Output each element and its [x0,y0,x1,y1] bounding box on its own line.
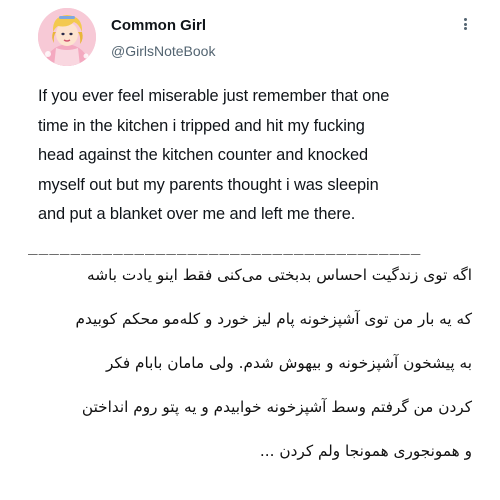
tweet-text-line: and put a blanket over me and left me th… [38,205,356,224]
author-handle[interactable]: @GirlsNoteBook [111,43,215,59]
tweet-text-line: head against the kitchen counter and kno… [38,146,369,165]
avatar[interactable] [38,8,96,66]
persian-translation: اگه توی زندگیت احساس بدبختی می‌کنی فقط ا… [26,255,472,475]
tweet-header: Common Girl @GirlsNoteBook [38,8,478,72]
more-options-button[interactable] [454,18,476,30]
tweet-text: If you ever feel miserable just remember… [38,82,468,230]
translation-line: و همونجوری همونجا ولم کردن ... [259,442,472,460]
tweet-screenshot: Common Girl @GirlsNoteBook If you ever f… [0,0,500,500]
translation-line: اگه توی زندگیت احساس بدبختی می‌کنی فقط ا… [87,266,472,284]
tweet-text-line: time in the kitchen i tripped and hit my… [38,116,365,135]
translation-line: به پیشخون آشپزخونه و بیهوش شدم. ولی ماما… [105,354,472,372]
author-name[interactable]: Common Girl [111,17,206,34]
more-dots-icon [463,18,467,21]
divider-line: _____________________________________ [28,236,422,255]
translation-line: کردن من گرفتم وسط آشپزخونه خوابیدم و یه … [81,398,472,416]
avatar-image [38,8,96,66]
translation-line: که یه بار من توی آشپزخونه پام لیز خورد و… [75,310,472,328]
more-dots-icon [463,27,467,30]
tweet-text-line: If you ever feel miserable just remember… [38,87,390,105]
tweet-text-line: myself out but my parents thought i was … [38,175,379,194]
more-dots-icon [463,22,467,26]
